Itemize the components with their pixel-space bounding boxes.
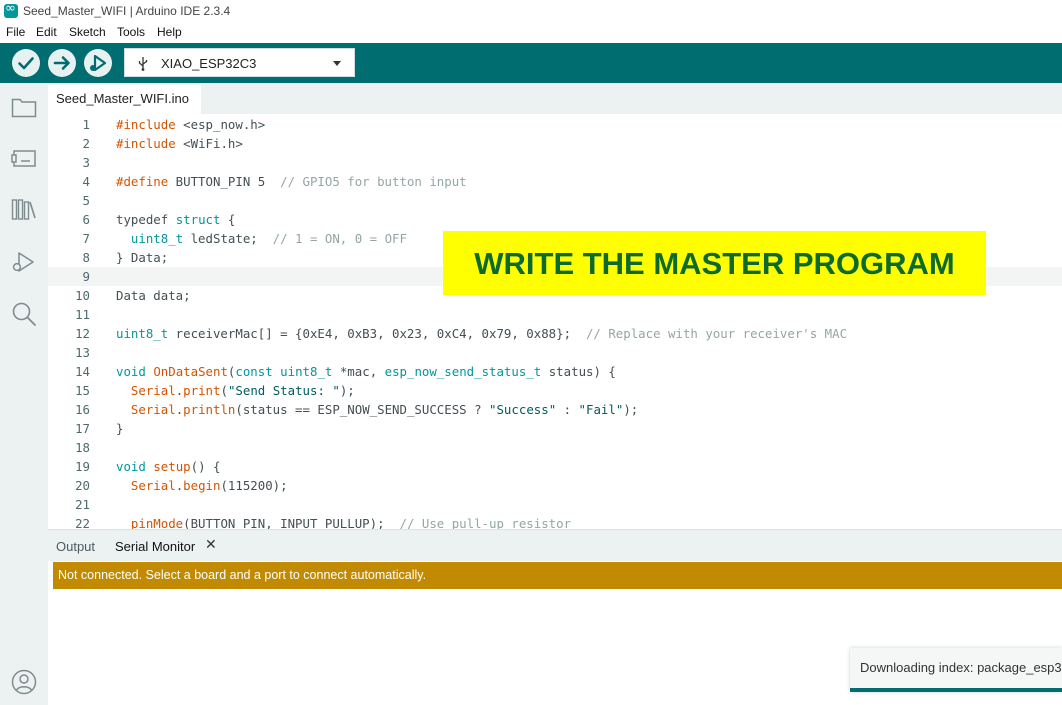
debug-icon <box>90 54 107 72</box>
usb-icon <box>138 57 148 71</box>
verify-button[interactable] <box>12 49 40 77</box>
arduino-logo-icon <box>4 1 18 18</box>
sketchbook-folder-icon[interactable] <box>11 96 37 118</box>
code-editor[interactable]: 1 #include <esp_now.h> 2 #include <WiFi.h>… <box>48 114 1062 529</box>
code-line: 14 void OnDataSent(const uint8_t *mac, es… <box>48 362 1062 381</box>
line-number: 10 <box>75 288 90 303</box>
line-number: 3 <box>82 155 90 170</box>
menu-help[interactable]: Help <box>157 25 182 39</box>
code-line: 22 pinMode(BUTTON_PIN, INPUT_PULLUP); //… <box>48 514 1062 529</box>
line-number: 1 <box>82 117 90 132</box>
arrow-right-icon <box>53 56 70 70</box>
code-line: 1 #include <esp_now.h> <box>48 115 1062 134</box>
board-name: XIAO_ESP32C3 <box>161 56 257 71</box>
code-line: 3 <box>48 153 1062 172</box>
line-number: 13 <box>75 345 90 360</box>
line-number: 18 <box>75 440 90 455</box>
code-line: 12 uint8_t receiverMac[] = {0xE4, 0xB3, 0… <box>48 324 1062 343</box>
library-manager-icon[interactable] <box>11 197 37 221</box>
line-number: 11 <box>75 307 90 322</box>
code-line: 13 <box>48 343 1062 362</box>
tab-output[interactable]: Output <box>56 539 95 554</box>
window-title: Seed_Master_WIFI | Arduino IDE 2.3.4 <box>23 4 231 18</box>
line-number: 20 <box>75 478 90 493</box>
code-line: 4 #define BUTTON_PIN 5 // GPIO5 for butto… <box>48 172 1062 191</box>
line-number: 19 <box>75 459 90 474</box>
status-text: Not connected. Select a board and a port… <box>58 568 427 582</box>
boards-manager-icon[interactable] <box>11 147 37 169</box>
code-line: 21 <box>48 495 1062 514</box>
menu-file[interactable]: File <box>6 25 25 39</box>
line-number: 8 <box>82 250 90 265</box>
title-bar: Seed_Master_WIFI | Arduino IDE 2.3.4 <box>0 0 1062 23</box>
notification-toast: Downloading index: package_esp32_index.j… <box>850 648 1062 692</box>
line-number: 22 <box>75 516 90 529</box>
line-number: 5 <box>82 193 90 208</box>
sidebar <box>0 83 48 705</box>
overlay-banner: WRITE THE MASTER PROGRAM <box>443 231 986 295</box>
line-number: 4 <box>82 174 90 189</box>
progress-bar <box>850 688 1062 692</box>
banner-text: WRITE THE MASTER PROGRAM <box>474 246 955 281</box>
code-line: 16 Serial.println(status == ESP_NOW_SEND… <box>48 400 1062 419</box>
tab-serial-monitor[interactable]: Serial Monitor <box>115 539 195 554</box>
line-number: 15 <box>75 383 90 398</box>
menu-edit[interactable]: Edit <box>36 25 57 39</box>
board-selector[interactable]: XIAO_ESP32C3 <box>124 48 355 77</box>
code-line: 15 Serial.print("Send Status: "); <box>48 381 1062 400</box>
code-line: 5 <box>48 191 1062 210</box>
debug-button[interactable] <box>84 49 112 77</box>
code-line: 6 typedef struct { <box>48 210 1062 229</box>
profile-icon[interactable] <box>11 669 37 695</box>
line-number: 9 <box>82 269 90 284</box>
code-line: 2 #include <WiFi.h> <box>48 134 1062 153</box>
code-line: 11 <box>48 305 1062 324</box>
line-number: 21 <box>75 497 90 512</box>
check-icon <box>18 57 34 70</box>
toolbar: XIAO_ESP32C3 <box>0 43 1062 83</box>
code-line: 17} <box>48 419 1062 438</box>
editor-tabs: Seed_Master_WIFI.ino <box>48 83 1062 114</box>
close-icon[interactable]: ✕ <box>205 537 217 553</box>
line-number: 17 <box>75 421 90 436</box>
chevron-down-icon <box>333 61 341 66</box>
code-line: 19 void setup() { <box>48 457 1062 476</box>
line-number: 14 <box>75 364 90 379</box>
connection-status-bar: Not connected. Select a board and a port… <box>53 562 1062 589</box>
menu-bar: File Edit Sketch Tools Help <box>0 23 1062 43</box>
debug-panel-icon[interactable] <box>11 250 37 274</box>
code-line: 18 <box>48 438 1062 457</box>
bottom-panel-tabs: Output Serial Monitor ✕ <box>48 529 1062 561</box>
notification-text: Downloading index: package_esp32_index.j… <box>860 660 1062 675</box>
tab-label: Seed_Master_WIFI.ino <box>56 91 189 106</box>
upload-button[interactable] <box>48 49 76 77</box>
search-icon[interactable] <box>11 301 37 327</box>
line-number: 12 <box>75 326 90 341</box>
menu-sketch[interactable]: Sketch <box>69 25 106 39</box>
line-number: 7 <box>82 231 90 246</box>
line-number: 16 <box>75 402 90 417</box>
line-number: 2 <box>82 136 90 151</box>
menu-tools[interactable]: Tools <box>117 25 145 39</box>
line-number: 6 <box>82 212 90 227</box>
code-line: 20 Serial.begin(115200); <box>48 476 1062 495</box>
tab-sketch-file[interactable]: Seed_Master_WIFI.ino <box>48 83 201 114</box>
